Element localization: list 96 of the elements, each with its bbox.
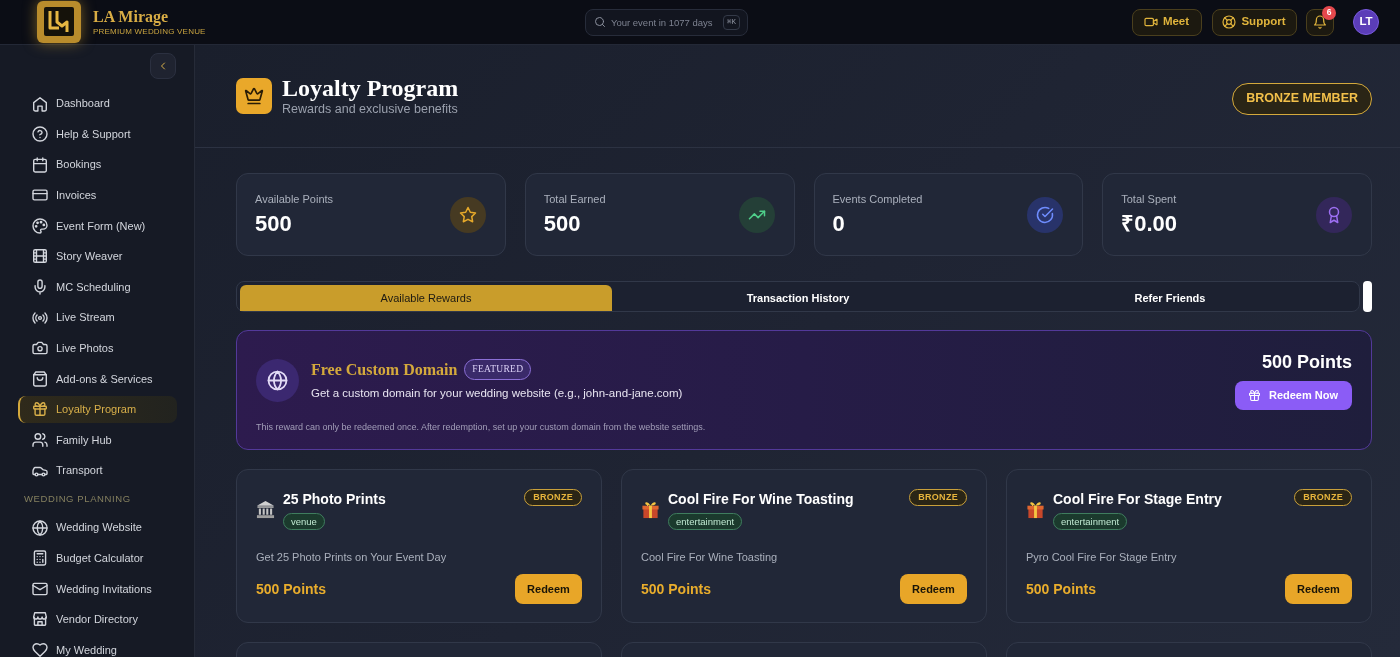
lifebuoy-icon — [1223, 16, 1236, 28]
category-tag: entertainment — [1053, 513, 1128, 530]
home-icon — [33, 96, 47, 111]
nav-item[interactable]: Bookings — [18, 151, 177, 179]
page-title: Loyalty Program — [282, 75, 459, 102]
bell-icon — [1314, 16, 1326, 28]
gift-icon — [641, 499, 660, 519]
reward-title: Free Custom Domain — [311, 359, 458, 379]
notifications-button[interactable]: 6 — [1306, 8, 1334, 36]
nav-item[interactable]: Loyalty Program — [18, 395, 177, 423]
nav-item[interactable]: Wedding Invitations — [18, 575, 177, 603]
nav-item[interactable]: Transport — [18, 457, 177, 485]
check-circle-icon — [1027, 196, 1064, 233]
reward-description: Pyro Cool Fire For Stage Entry — [1026, 550, 1178, 565]
tab[interactable]: Transaction History — [612, 285, 984, 311]
video-icon — [1144, 16, 1157, 28]
award-icon — [1316, 196, 1352, 233]
category-tag: entertainment — [668, 513, 743, 530]
nav-item[interactable]: Family Hub — [18, 426, 177, 454]
stat-label: Events Completed — [832, 192, 923, 206]
reward-title: 25 Photo Prints — [283, 490, 386, 508]
users-icon — [33, 433, 47, 448]
nav-item[interactable]: Live Stream — [18, 304, 177, 332]
stat-value: 0 — [832, 211, 846, 237]
globe-icon — [33, 520, 47, 535]
gift-icon — [1026, 499, 1045, 519]
chevron-left-icon — [158, 61, 168, 71]
film-icon — [33, 249, 47, 264]
nav-item[interactable]: Help & Support — [18, 120, 177, 148]
reward-points: 500 Points — [256, 579, 327, 599]
reward-title: Cool Fire For Stage Entry — [1053, 490, 1222, 508]
page-subtitle: Rewards and exclusive benefits — [282, 102, 459, 117]
stat-label: Total Spent — [1121, 192, 1178, 206]
building-icon — [256, 499, 275, 519]
category-tag: venue — [283, 513, 325, 530]
tier-badge: BRONZE — [909, 489, 967, 506]
meet-button[interactable]: Meet — [1132, 8, 1202, 36]
nav-item[interactable]: MC Scheduling — [18, 273, 177, 301]
nav-item[interactable]: Budget Calculator — [18, 544, 177, 572]
nav-item[interactable]: My Wedding — [18, 636, 177, 657]
trend-up-icon — [738, 196, 775, 233]
store-icon — [33, 612, 47, 627]
palette-icon — [33, 218, 47, 233]
stat-label: Total Earned — [543, 192, 606, 206]
nav-item[interactable]: Dashboard — [18, 90, 177, 117]
nav-item[interactable]: Event Form (New) — [18, 212, 177, 240]
tier-badge: BRONZE — [524, 489, 582, 506]
microphone-icon — [33, 280, 47, 295]
support-button[interactable]: Support — [1212, 8, 1297, 36]
globe-icon — [256, 359, 299, 402]
broadcast-icon — [33, 310, 47, 325]
stat-value: 500 — [255, 211, 293, 237]
crown-icon — [236, 78, 272, 114]
nav-item[interactable]: Invoices — [18, 181, 177, 209]
reward-description: Get a custom domain for your wedding website (e.g., john-and-jane.com) — [311, 385, 683, 401]
nav-item[interactable]: Vendor Directory — [18, 605, 177, 633]
tier-badge: BRONZE — [1294, 489, 1352, 506]
reward-title: Cool Fire For Wine Toasting — [668, 490, 854, 508]
stat-value: 500 — [543, 211, 582, 237]
reward-points: 500 Points — [641, 579, 712, 599]
help-icon — [33, 127, 47, 142]
gift-icon — [33, 402, 47, 417]
shopping-bag-icon — [33, 371, 47, 386]
featured-badge: FEATURED — [464, 359, 532, 380]
reward-description: Cool Fire For Wine Toasting — [641, 550, 779, 565]
mail-icon — [33, 581, 47, 596]
search-icon — [595, 17, 605, 27]
user-avatar[interactable]: LT — [1353, 9, 1379, 35]
stat-value: ₹0.00 — [1121, 211, 1178, 237]
membership-badge: BRONZE MEMBER — [1232, 82, 1372, 115]
stat-label: Available Points — [255, 192, 334, 206]
reward-note: This reward can only be redeemed once. After redemption, set up your custom domain from the website settings. — [256, 421, 707, 434]
redeem-button[interactable]: Redeem — [1285, 574, 1352, 604]
heart-icon — [33, 643, 47, 657]
reward-description: Get 25 Photo Prints on Your Event Day — [256, 550, 448, 565]
gift-icon — [1248, 390, 1260, 401]
nav-item[interactable]: Live Photos — [18, 334, 177, 362]
tab[interactable]: Refer Friends — [984, 285, 1356, 311]
calendar-icon — [33, 157, 47, 172]
redeem-button[interactable]: Redeem Now — [1235, 381, 1352, 410]
nav-item[interactable]: Add-ons & Services — [18, 365, 177, 393]
calculator-icon — [33, 551, 47, 566]
scrollbar-thumb[interactable] — [1363, 281, 1372, 312]
brand-tagline: PREMIUM WEDDING VENUE — [93, 28, 206, 36]
redeem-button[interactable]: Redeem — [900, 574, 967, 604]
section-heading: WEDDING PLANNING — [24, 492, 131, 506]
reward-points: 500 Points — [1026, 579, 1097, 599]
credit-card-icon — [33, 188, 47, 203]
brand-name: LA Mirage — [93, 8, 170, 26]
tab[interactable]: Available Rewards — [240, 285, 612, 311]
nav-item[interactable]: Wedding Website — [18, 514, 177, 542]
redeem-button[interactable]: Redeem — [515, 574, 582, 604]
reward-points: 500 Points — [1261, 351, 1352, 373]
notification-badge: 6 — [1322, 5, 1336, 20]
camera-icon — [33, 341, 47, 356]
nav-item[interactable]: Story Weaver — [18, 242, 177, 270]
